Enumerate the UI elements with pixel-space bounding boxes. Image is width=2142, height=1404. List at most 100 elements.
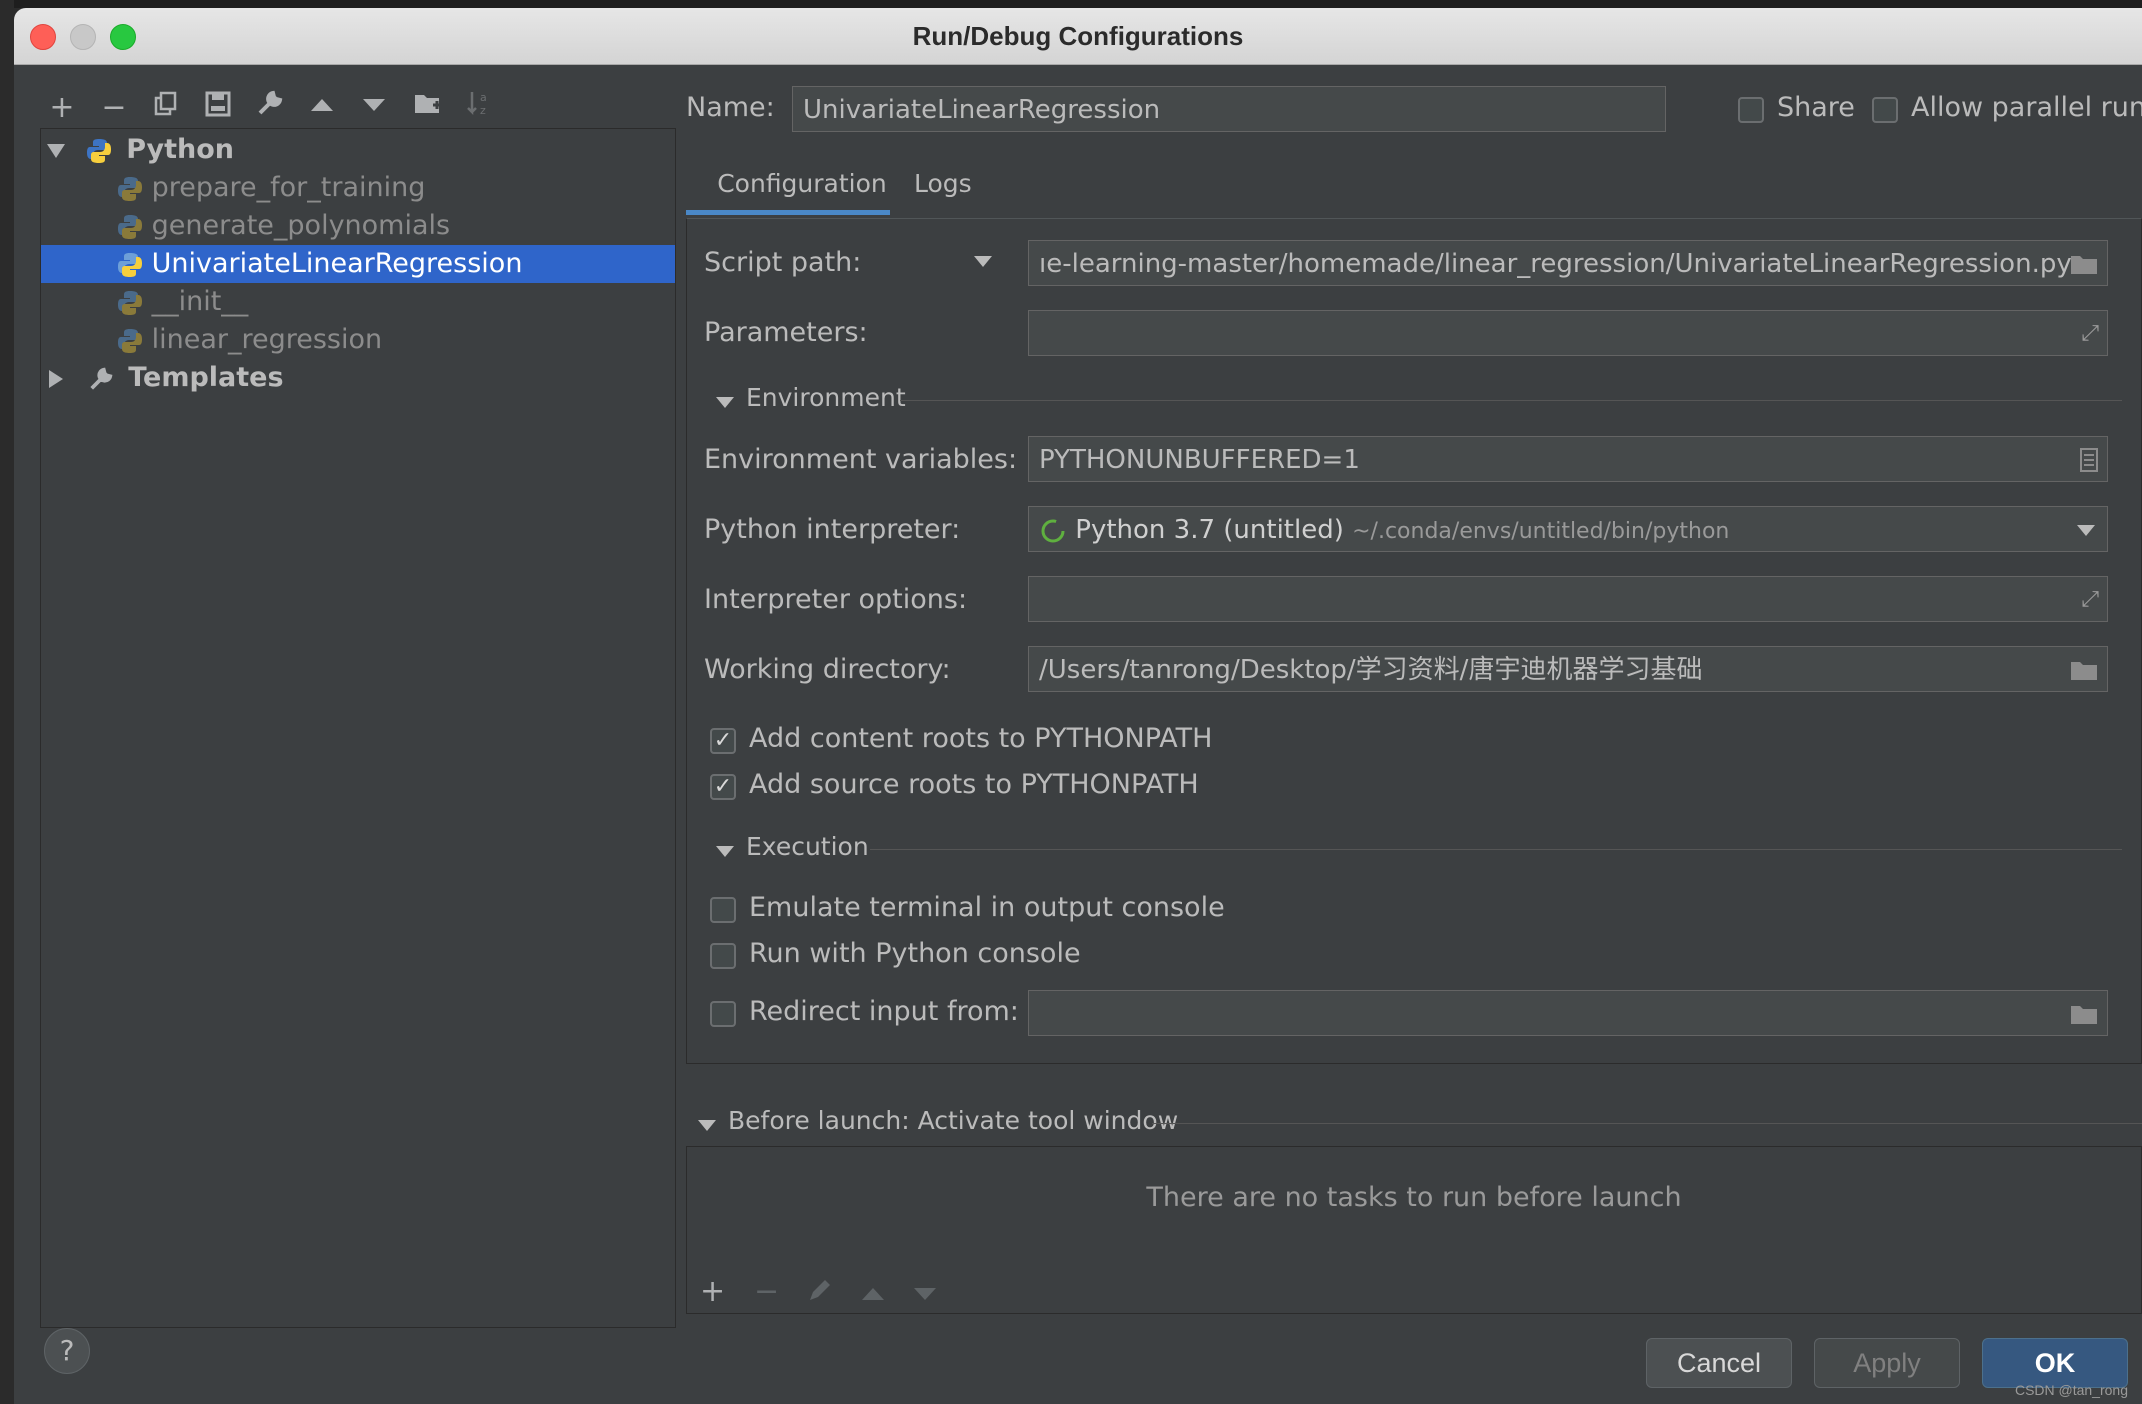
redirect-input-field[interactable] [1028,990,2108,1036]
emulate-terminal-checkbox[interactable] [710,897,736,923]
plus-icon[interactable]: + [700,1274,725,1310]
pencil-icon[interactable] [806,1278,832,1308]
apply-button[interactable]: Apply [1814,1338,1960,1388]
environment-section-title: Environment [746,383,906,412]
tree-item[interactable]: generate_polynomials [117,207,450,245]
folder-icon[interactable] [2069,991,2099,1035]
expand-icon[interactable]: ⤢ [2081,577,2099,621]
minus-icon[interactable]: − [754,1274,779,1310]
arrow-up-icon[interactable] [860,1280,886,1310]
background-ide-strip [0,0,14,1404]
python-console-checkbox[interactable] [710,943,736,969]
document-icon[interactable] [2079,437,2099,481]
redirect-input-label: Redirect input from: [749,996,1019,1027]
tab-logs[interactable]: Logs [914,158,972,210]
plus-icon[interactable]: + [42,88,82,128]
env-vars-input[interactable]: PYTHONUNBUFFERED=1 [1028,436,2108,482]
chevron-down-icon[interactable] [716,846,734,857]
chevron-down-icon[interactable] [2077,525,2095,536]
configuration-tree: Python prepare_for_training generate_pol… [40,128,676,1328]
interpreter-label: Python interpreter: [704,514,961,545]
help-button[interactable]: ? [44,1328,90,1374]
folder-icon[interactable] [2069,647,2099,691]
section-divider [900,400,2122,401]
cancel-button[interactable]: Cancel [1646,1338,1792,1388]
wrench-icon [89,367,113,390]
chevron-right-icon[interactable] [49,369,63,388]
svg-text:a: a [480,91,487,104]
tree-item-label: generate_polynomials [151,210,451,241]
script-path-dropdown-icon[interactable] [974,256,992,267]
before-launch-panel [686,1146,2142,1314]
tree-node-templates[interactable]: Templates [47,359,667,397]
minus-icon[interactable]: − [94,88,134,128]
tab-configuration[interactable]: Configuration [700,158,904,210]
python-file-icon [118,252,142,277]
script-path-value: ıe-learning-master/homemade/linear_regre… [1039,249,2072,279]
interpreter-options-input[interactable]: ⤢ [1028,576,2108,622]
before-launch-empty-text: There are no tasks to run before launch [1146,1182,1682,1213]
parameters-label: Parameters: [704,317,868,348]
run-debug-dialog: Run/Debug Configurations + − az Python p… [14,8,2142,1404]
svg-text:z: z [480,104,486,117]
env-vars-label: Environment variables: [704,444,1018,475]
watermark: CSDN @tan_rong [2014,1382,2128,1398]
copy-icon[interactable] [146,88,186,128]
interpreter-path: ~/.conda/envs/untitled/bin/python [1352,519,1730,544]
expand-icon[interactable]: ⤢ [2081,311,2099,355]
allow-parallel-checkbox[interactable] [1872,97,1898,123]
working-directory-input[interactable]: /Users/tanrong/Desktop/学习资料/唐宇迪机器学习基础 [1028,646,2108,692]
before-launch-title: Before launch: Activate tool window [728,1106,1179,1135]
tree-item-label: UnivariateLinearRegression [151,248,523,279]
wrench-icon[interactable] [250,88,290,128]
interpreter-select[interactable]: Python 3.7 (untitled) ~/.conda/envs/unti… [1028,506,2108,552]
working-directory-label: Working directory: [704,654,951,685]
script-path-input[interactable]: ıe-learning-master/homemade/linear_regre… [1028,240,2108,286]
name-input[interactable]: UnivariateLinearRegression [792,86,1666,132]
chevron-down-icon[interactable] [47,143,65,158]
interpreter-options-label: Interpreter options: [704,584,968,615]
ok-button[interactable]: OK [1982,1338,2128,1388]
python-icon [86,138,111,163]
tree-item[interactable]: prepare_for_training [117,169,425,207]
source-roots-checkbox[interactable]: ✓ [710,774,736,800]
arrow-up-icon[interactable] [302,88,342,128]
working-directory-value: /Users/tanrong/Desktop/学习资料/唐宇迪机器学习基础 [1039,655,1703,685]
save-icon[interactable] [198,88,238,128]
section-divider [870,849,2122,850]
tree-item-selected[interactable]: UnivariateLinearRegression [41,245,675,283]
loading-spinner-icon [1041,519,1065,542]
title-bar: Run/Debug Configurations [14,8,2142,65]
name-input-value: UnivariateLinearRegression [803,95,1161,125]
tree-label-python: Python [126,134,234,165]
content-roots-checkbox[interactable]: ✓ [710,728,736,754]
tree-node-python[interactable]: Python [47,131,667,169]
chevron-down-icon[interactable] [698,1120,716,1131]
script-path-label: Script path: [704,247,862,278]
python-file-icon [118,328,142,353]
share-checkbox[interactable] [1738,97,1764,123]
tree-item-label: linear_regression [151,324,383,355]
tree-label-templates: Templates [128,362,284,393]
dialog-title: Run/Debug Configurations [912,21,1244,51]
section-divider [1152,1123,2142,1124]
arrow-down-icon[interactable] [912,1280,938,1310]
source-roots-label: Add source roots to PYTHONPATH [749,769,1199,800]
redirect-input-checkbox[interactable] [710,1001,736,1027]
env-vars-value: PYTHONUNBUFFERED=1 [1039,445,1360,475]
name-label: Name: [686,92,775,123]
python-file-icon [118,176,142,201]
arrow-down-icon[interactable] [354,88,394,128]
content-roots-label: Add content roots to PYTHONPATH [749,723,1213,754]
folder-add-icon[interactable] [408,88,448,128]
tree-item[interactable]: linear_regression [117,321,382,359]
tree-item[interactable]: __init__ [117,283,248,321]
folder-icon[interactable] [2069,241,2099,285]
parameters-input[interactable]: ⤢ [1028,310,2108,356]
emulate-terminal-label: Emulate terminal in output console [749,892,1225,923]
interpreter-name: Python 3.7 (untitled) [1075,515,1344,545]
python-file-icon [118,214,142,239]
sort-icon[interactable]: az [460,88,500,128]
tree-item-label: __init__ [151,286,249,317]
chevron-down-icon[interactable] [716,397,734,408]
